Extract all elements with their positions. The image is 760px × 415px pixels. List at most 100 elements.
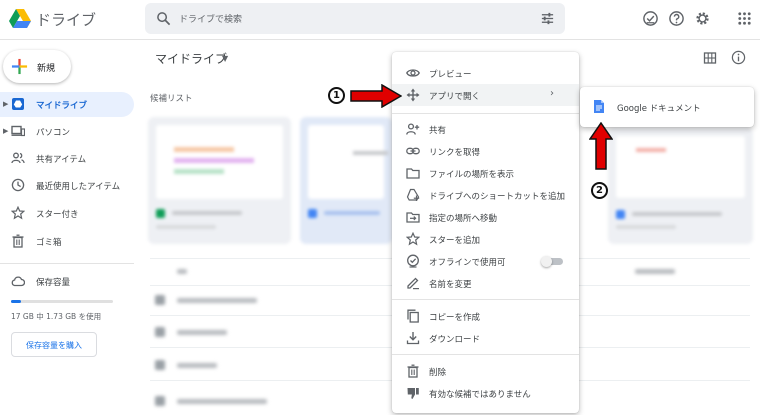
shared-icon (11, 152, 25, 164)
menu-item-label: コピーを作成 (429, 313, 481, 323)
menu-item-label: プレビュー (429, 70, 472, 80)
sidebar-item-storage[interactable]: 保存容量 (0, 269, 134, 294)
menu-item-label: 共有 (429, 126, 447, 136)
sidebar-item-recent[interactable]: 最近使用したアイテム (0, 173, 134, 198)
menu-item-label: 指定の場所へ移動 (429, 214, 498, 224)
thumb-down-icon (407, 388, 419, 399)
link-icon (406, 147, 420, 155)
add-shortcut-icon (406, 188, 420, 201)
file-name-blur (172, 211, 242, 215)
file-thumbnail (616, 136, 745, 198)
person-add-icon (406, 123, 420, 135)
open-with-submenu: Google ドキュメント (580, 87, 754, 127)
help-icon[interactable] (668, 10, 685, 27)
google-docs-icon[interactable] (594, 100, 604, 113)
red-arrow-right-icon (350, 84, 402, 108)
eye-icon (406, 69, 420, 77)
sidebar-divider (0, 263, 134, 264)
new-button[interactable]: 新規 (3, 50, 71, 83)
menu-item-label: ファイルの場所を表示 (429, 170, 515, 180)
suggested-file-card[interactable] (608, 128, 753, 244)
menu-item-show-location[interactable]: ファイルの場所を表示 (392, 162, 579, 184)
submenu-arrow-icon: › (550, 88, 554, 99)
step-number-1: 1 (333, 90, 340, 101)
step-number-2: 2 (596, 185, 603, 196)
menu-divider (392, 354, 579, 355)
menu-item-add-star[interactable]: スターを追加 (392, 228, 579, 250)
cloud-icon (11, 276, 25, 287)
file-meta-blur (156, 225, 216, 229)
sidebar-item-label: 最近使用したアイテム (36, 182, 121, 192)
sidebar-item-my-drive[interactable]: ▶ マイドライブ (0, 92, 134, 117)
sidebar-item-label: パソコン (36, 128, 71, 138)
grid-view-icon[interactable] (703, 51, 717, 65)
menu-item-not-helpful[interactable]: 有効な候補ではありません (392, 382, 579, 404)
menu-item-label: リンクを取得 (429, 148, 481, 158)
recent-icon (11, 178, 25, 192)
menu-divider (392, 113, 579, 114)
file-thumbnail (156, 125, 283, 199)
new-button-label: 新規 (37, 64, 56, 74)
suggested-file-card-selected[interactable] (300, 117, 392, 244)
list-item[interactable] (155, 360, 395, 370)
suggested-file-card[interactable] (148, 117, 291, 244)
sidebar-item-computers[interactable]: ▶ パソコン (0, 119, 134, 144)
sidebar-item-label: スター付き (36, 210, 79, 220)
docs-file-icon (616, 210, 625, 219)
sidebar-item-label: ゴミ箱 (36, 238, 62, 248)
file-name-blur (632, 212, 722, 216)
apps-grid-icon[interactable] (736, 10, 753, 27)
list-item[interactable] (155, 396, 395, 406)
file-context-menu: プレビュー アプリで開く › 共有 リンクを取得 ファイルの場所を表示 ドライブ… (392, 52, 579, 413)
search-icon[interactable] (156, 11, 171, 26)
menu-item-delete[interactable]: 削除 (392, 360, 579, 382)
sidebar-item-label: 保存容量 (36, 278, 71, 288)
menu-item-download[interactable]: ダウンロード (392, 327, 579, 349)
menu-item-label: アプリで開く (429, 92, 481, 102)
trash-icon (12, 234, 24, 248)
search-bar[interactable]: ドライブで検索 (145, 3, 565, 34)
search-options-icon[interactable] (540, 11, 555, 26)
sidebar-item-starred[interactable]: スター付き (0, 201, 134, 226)
menu-item-rename[interactable]: 名前を変更 (392, 272, 579, 294)
menu-item-open-with[interactable]: アプリで開く › (392, 84, 579, 106)
menu-item-share[interactable]: 共有 (392, 118, 579, 140)
chevron-down-icon[interactable]: ▼ (222, 54, 228, 63)
file-meta-blur (616, 225, 676, 229)
menu-item-make-copy[interactable]: コピーを作成 (392, 305, 579, 327)
list-item[interactable] (155, 295, 395, 305)
menu-item-preview[interactable]: プレビュー (392, 62, 579, 84)
offline-icon (407, 254, 419, 268)
storage-usage-text: 17 GB 中 1.73 GB を使用 (11, 312, 102, 321)
move-icon (406, 212, 420, 223)
breadcrumb-my-drive[interactable]: マイドライブ (155, 50, 227, 67)
plus-icon (11, 58, 28, 75)
submenu-item-google-docs[interactable]: Google ドキュメント (617, 102, 701, 114)
offline-ready-icon[interactable] (642, 10, 659, 27)
download-icon (406, 332, 420, 345)
toggle-knob (541, 256, 552, 267)
sheets-file-icon (156, 209, 165, 218)
menu-item-add-shortcut[interactable]: ドライブへのショートカットを追加 (392, 184, 579, 206)
menu-item-label: 有効な候補ではありません (429, 390, 531, 400)
settings-gear-icon[interactable] (694, 10, 711, 27)
sidebar-item-label: 共有アイテム (36, 155, 87, 165)
expand-caret-icon[interactable]: ▶ (3, 127, 8, 135)
offline-toggle-switch[interactable] (541, 256, 563, 267)
sidebar-item-shared[interactable]: 共有アイテム (0, 146, 134, 171)
red-arrow-up-icon (589, 122, 613, 170)
expand-caret-icon[interactable]: ▶ (3, 100, 8, 108)
menu-item-offline[interactable]: オフラインで使用可 (392, 250, 579, 272)
buy-storage-button[interactable]: 保存容量を購入 (11, 332, 97, 357)
menu-item-get-link[interactable]: リンクを取得 (392, 140, 579, 162)
step-number-2-badge: 2 (591, 182, 608, 199)
star-outline-icon (406, 232, 420, 246)
menu-item-move-to[interactable]: 指定の場所へ移動 (392, 206, 579, 228)
file-thumbnail (308, 125, 388, 199)
search-input[interactable]: ドライブで検索 (179, 12, 242, 25)
app-title: ドライブ (36, 11, 97, 29)
info-icon[interactable] (731, 50, 746, 65)
sidebar-item-trash[interactable]: ゴミ箱 (0, 229, 134, 254)
drive-logo-icon[interactable] (9, 9, 31, 29)
list-item[interactable] (155, 327, 395, 337)
